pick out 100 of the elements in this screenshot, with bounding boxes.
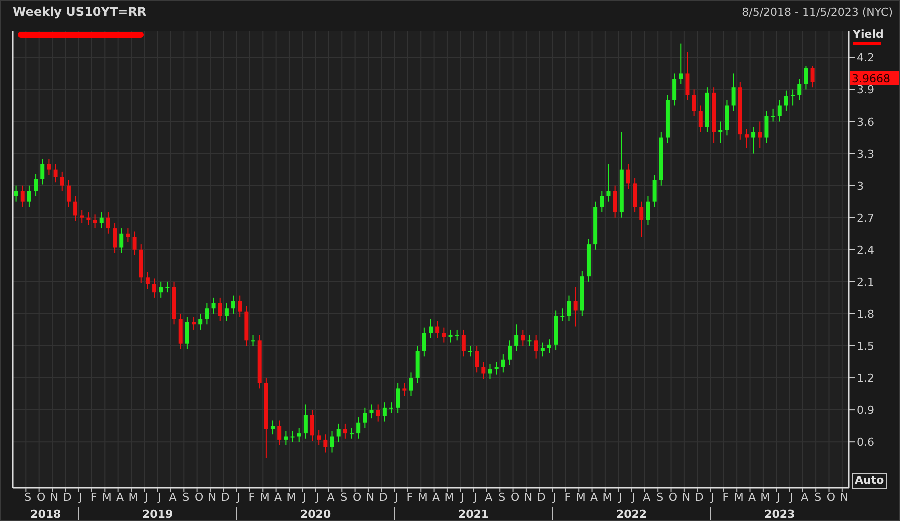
axis-label: 1.8	[857, 308, 874, 321]
candlestick	[482, 362, 486, 380]
candlestick	[100, 212, 104, 230]
candlestick	[146, 272, 150, 290]
candlestick	[40, 158, 45, 186]
axis-label: A	[801, 491, 809, 504]
candlestick	[764, 110, 769, 144]
axis-label: S	[656, 491, 664, 504]
candlestick	[712, 87, 716, 144]
axis-label: N	[366, 491, 375, 504]
axis-label: M	[286, 491, 296, 504]
axis-label: D	[379, 491, 388, 504]
year-label: 2018	[30, 508, 62, 520]
axis-label: D	[537, 491, 546, 504]
candlestick	[218, 297, 222, 322]
candlestick	[534, 334, 538, 360]
axis-label: D	[63, 491, 72, 504]
candlestick	[528, 334, 532, 346]
legend-label: Yield	[853, 28, 884, 41]
candlestick	[192, 316, 196, 330]
candlestick	[258, 334, 262, 390]
axis-label: J	[303, 491, 306, 504]
candlestick	[132, 231, 137, 256]
candlestick	[455, 329, 460, 342]
year-label: 2022	[616, 508, 648, 520]
year-label: 2021	[458, 508, 490, 520]
candlestick	[732, 73, 736, 112]
candlestick	[633, 178, 638, 214]
candlestick	[159, 281, 164, 298]
candlestick	[679, 43, 684, 85]
candlestick	[771, 108, 776, 122]
candlestick	[284, 430, 288, 446]
candlestick	[376, 404, 380, 422]
candlestick	[34, 174, 38, 197]
axis-label: O	[352, 491, 362, 504]
candlestick	[666, 94, 670, 144]
candlestick	[350, 428, 354, 440]
candlestick	[205, 302, 210, 326]
candlestick	[198, 313, 203, 330]
candlestick	[363, 407, 368, 429]
axis-label: J	[553, 491, 556, 504]
candlestick	[744, 128, 749, 149]
axis-label: A	[748, 491, 756, 504]
candlestick	[501, 354, 506, 374]
candlestick	[659, 132, 664, 186]
candlestick	[297, 428, 302, 443]
candlestick	[462, 329, 466, 358]
candlestick	[436, 320, 440, 340]
candlestick	[548, 339, 552, 354]
axis-label: J	[79, 491, 82, 504]
candlestick	[652, 174, 657, 208]
candlestick	[448, 329, 453, 344]
candlestick	[718, 121, 723, 144]
candlestick	[409, 372, 414, 397]
candlestick	[166, 281, 170, 294]
axis-label: M	[128, 491, 138, 504]
axis-label: M	[102, 491, 112, 504]
candlestick	[580, 270, 584, 317]
year-label: 2020	[300, 508, 332, 520]
candlestick	[251, 334, 256, 346]
candlestick	[304, 404, 308, 440]
candlestick	[178, 313, 183, 350]
candlestick	[60, 171, 64, 192]
axis-label: A	[169, 491, 177, 504]
candlestick	[113, 222, 118, 254]
candlestick	[725, 100, 730, 136]
axis-label: S	[182, 491, 190, 504]
candlestick	[343, 423, 348, 440]
candlestick	[390, 402, 394, 414]
axis-label: J	[776, 491, 780, 504]
candlestick	[560, 308, 565, 322]
axis-label: 2.4	[857, 244, 874, 257]
candlestick	[798, 78, 802, 101]
axis-label: A	[643, 491, 651, 504]
candlestick	[778, 100, 782, 122]
axis-label: J	[790, 491, 794, 504]
axis-label: F	[564, 491, 572, 504]
candlestick	[27, 185, 32, 208]
axis-label: O	[37, 491, 46, 504]
candlestick	[672, 73, 677, 106]
axis-label: 0.9	[857, 404, 874, 418]
auto-scale-button[interactable]: Auto	[852, 473, 888, 489]
axis-label: F	[90, 491, 98, 504]
candlestick	[152, 278, 157, 298]
candlestick	[47, 158, 52, 176]
candlestick	[80, 210, 84, 224]
axis-label: N	[50, 491, 59, 504]
candlestick	[554, 310, 558, 351]
axis-label: 4.2	[857, 52, 874, 65]
axis-label: A	[274, 491, 282, 504]
axis-label: 2.7	[857, 212, 874, 225]
axis-label: A	[116, 491, 124, 504]
candlestick	[356, 417, 361, 440]
candlestick	[640, 201, 644, 238]
axis-label: 1.5	[857, 340, 874, 353]
candlestick	[126, 228, 130, 243]
candlestick	[738, 82, 742, 140]
axis-label: 2.1	[857, 276, 874, 289]
axis-label: M	[760, 491, 770, 504]
candlestick	[212, 297, 216, 314]
